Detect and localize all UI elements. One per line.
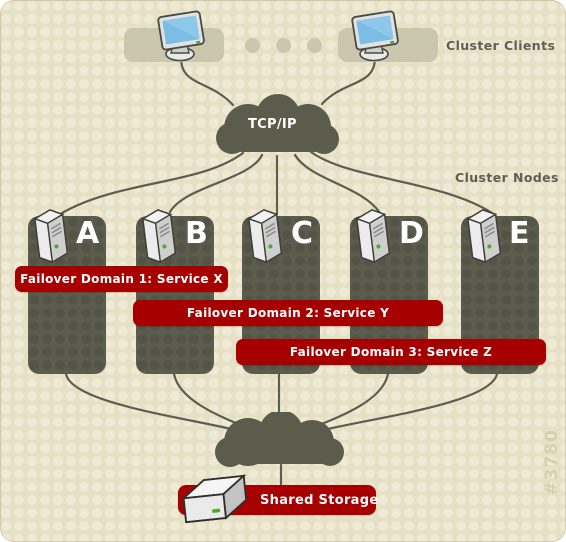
tcpip-label: TCP/IP bbox=[248, 117, 297, 132]
client-ellipsis-dot-2 bbox=[276, 38, 291, 53]
node-letter-d: D bbox=[399, 216, 424, 251]
server-icon bbox=[464, 207, 504, 264]
node-letter-a: A bbox=[76, 216, 100, 251]
failover-domain-label-2: Failover Domain 2: Service Y bbox=[186, 306, 390, 320]
failover-domain-bar-1[interactable]: Failover Domain 1: Service X bbox=[15, 266, 228, 292]
server-icon bbox=[245, 207, 285, 264]
server-icon bbox=[31, 207, 71, 264]
storage-fabric-cloud bbox=[208, 410, 354, 470]
client-ellipsis-dot-3 bbox=[307, 38, 322, 53]
failover-domain-bar-3[interactable]: Failover Domain 3: Service Z bbox=[236, 339, 546, 365]
client-ellipsis-dot-1 bbox=[245, 38, 260, 53]
failover-domain-label-1: Failover Domain 1: Service X bbox=[20, 272, 223, 286]
watermark-id: #3780 bbox=[542, 429, 562, 496]
failover-domain-label-3: Failover Domain 3: Service Z bbox=[289, 345, 493, 359]
server-icon bbox=[139, 207, 179, 264]
cluster-diagram: Cluster Clients TCP/IP Cluster Nodes A B… bbox=[0, 0, 566, 542]
cluster-clients-label: Cluster Clients bbox=[446, 38, 556, 53]
monitor-icon bbox=[347, 10, 403, 62]
node-letter-c: C bbox=[291, 216, 314, 251]
node-letter-b: B bbox=[185, 216, 208, 251]
shared-storage-label: Shared Storage bbox=[260, 492, 379, 508]
monitor-icon bbox=[153, 10, 209, 62]
server-icon bbox=[353, 207, 393, 264]
cluster-nodes-label: Cluster Nodes bbox=[455, 170, 559, 185]
disk-array-icon bbox=[178, 473, 252, 527]
failover-domain-bar-2[interactable]: Failover Domain 2: Service Y bbox=[133, 300, 443, 326]
node-letter-e: E bbox=[509, 216, 530, 251]
